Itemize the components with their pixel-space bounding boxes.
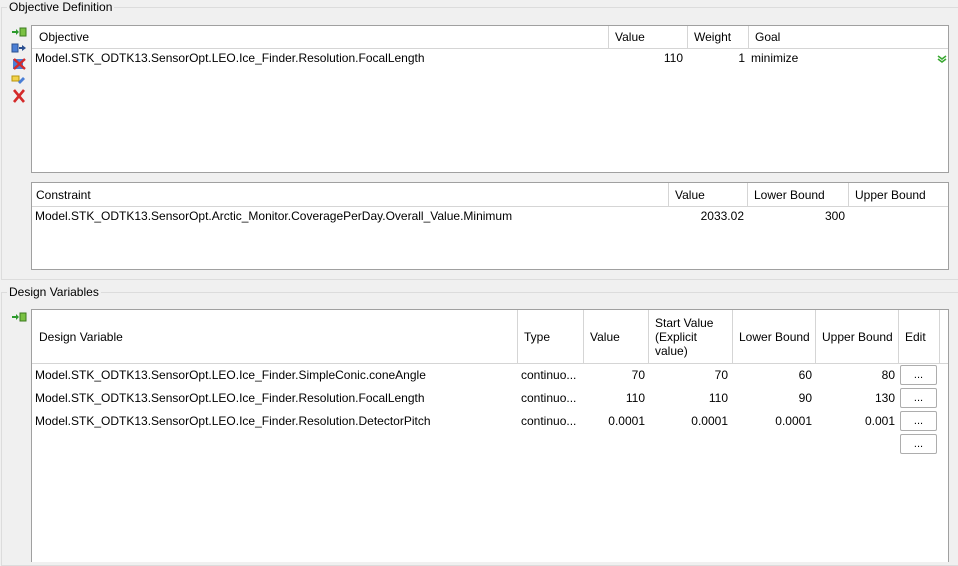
edit-button[interactable]: ... xyxy=(900,388,937,408)
objective-weight-cell: 1 xyxy=(738,51,745,65)
dv-name-cell: Model.STK_ODTK13.SensorOpt.LEO.Ice_Finde… xyxy=(35,414,431,428)
dv-lower-bound-cell: 60 xyxy=(798,368,812,382)
design-variable-row[interactable]: Model.STK_ODTK13.SensorOpt.LEO.Ice_Finde… xyxy=(32,364,948,387)
design-variable-row[interactable]: Model.STK_ODTK13.SensorOpt.LEO.Ice_Finde… xyxy=(32,387,948,410)
type-column-header[interactable]: Type xyxy=(517,310,584,363)
objective-definition-title: Objective Definition xyxy=(7,0,115,14)
edit-button[interactable]: ... xyxy=(900,411,937,431)
dv-upper-bound-cell: 0.001 xyxy=(864,414,895,428)
design-variable-row[interactable]: Model.STK_ODTK13.SensorOpt.LEO.Ice_Finde… xyxy=(32,410,948,433)
dv-lower-bound-cell: 90 xyxy=(798,391,812,405)
objective-column-header[interactable]: Objective xyxy=(32,26,609,48)
dv-upper-bound-column-header[interactable]: Upper Bound xyxy=(815,310,899,363)
dv-lower-bound-column-header[interactable]: Lower Bound xyxy=(732,310,816,363)
upper-bound-column-header[interactable]: Upper Bound xyxy=(848,183,948,206)
constraints-grid[interactable]: Constraint Value Lower Bound Upper Bound… xyxy=(31,182,949,270)
weight-column-header[interactable]: Weight xyxy=(687,26,749,48)
remove-objective-icon[interactable] xyxy=(11,57,27,71)
dv-type-cell[interactable]: continuo... xyxy=(517,364,583,387)
design-variable-new-row[interactable]: ... xyxy=(32,433,948,456)
edit-button[interactable]: ... xyxy=(900,365,937,385)
design-variables-grid-header: Design Variable Type Value Start Value (… xyxy=(32,310,948,364)
dv-start-value-cell: 0.0001 xyxy=(691,414,728,428)
constraint-column-header[interactable]: Constraint xyxy=(32,183,669,206)
dv-start-value-cell: 70 xyxy=(714,368,728,382)
constraint-name-cell: Model.STK_ODTK13.SensorOpt.Arctic_Monito… xyxy=(35,209,513,223)
add-objective-icon[interactable] xyxy=(11,25,27,39)
goal-dropdown-icon[interactable] xyxy=(937,55,947,63)
lower-bound-column-header[interactable]: Lower Bound xyxy=(747,183,849,206)
goal-column-header[interactable]: Goal xyxy=(748,26,948,48)
dv-value-cell: 110 xyxy=(625,391,645,405)
dv-name-cell: Model.STK_ODTK13.SensorOpt.LEO.Ice_Finde… xyxy=(35,391,425,405)
constraint-lower-bound-cell: 300 xyxy=(824,209,845,223)
dv-value-cell: 70 xyxy=(631,368,645,382)
constraint-row[interactable]: Model.STK_ODTK13.SensorOpt.Arctic_Monito… xyxy=(32,205,948,228)
objective-name-cell: Model.STK_ODTK13.SensorOpt.LEO.Ice_Finde… xyxy=(35,51,425,65)
dv-name-cell: Model.STK_ODTK13.SensorOpt.LEO.Ice_Finde… xyxy=(35,368,426,382)
edit-objective-icon[interactable] xyxy=(11,73,27,87)
constraints-grid-header: Constraint Value Lower Bound Upper Bound xyxy=(32,183,948,207)
dv-upper-bound-cell: 80 xyxy=(881,368,895,382)
constraint-value-column-header[interactable]: Value xyxy=(668,183,748,206)
value-column-header[interactable]: Value xyxy=(608,26,688,48)
dv-value-column-header[interactable]: Value xyxy=(583,310,649,363)
edit-column-header[interactable]: Edit xyxy=(898,310,940,363)
edit-button[interactable]: ... xyxy=(900,434,937,454)
move-objective-icon[interactable] xyxy=(11,41,27,55)
design-variables-grid[interactable]: Design Variable Type Value Start Value (… xyxy=(31,309,949,562)
objectives-grid[interactable]: Objective Value Weight Goal Model.STK_OD… xyxy=(31,25,949,173)
constraint-upper-bound-cell xyxy=(848,205,948,228)
dv-type-cell[interactable]: continuo... xyxy=(517,387,583,410)
objective-goal-cell[interactable]: minimize xyxy=(748,47,928,70)
dv-start-value-cell: 110 xyxy=(708,391,728,405)
dv-lower-bound-cell: 0.0001 xyxy=(775,414,812,428)
design-variables-title: Design Variables xyxy=(7,285,101,299)
dv-type-cell[interactable]: continuo... xyxy=(517,410,583,433)
design-variable-column-header[interactable]: Design Variable xyxy=(32,310,518,363)
delete-objective-icon[interactable] xyxy=(11,89,27,103)
objective-row[interactable]: Model.STK_ODTK13.SensorOpt.LEO.Ice_Finde… xyxy=(32,47,948,70)
add-design-variable-icon[interactable] xyxy=(11,310,27,324)
objective-value-cell: 110 xyxy=(663,51,683,65)
start-value-column-header[interactable]: Start Value (Explicit value) xyxy=(648,310,733,363)
constraint-value-cell: 2033.02 xyxy=(700,209,744,223)
dv-value-cell: 0.0001 xyxy=(608,414,645,428)
dv-upper-bound-cell: 130 xyxy=(874,391,895,405)
objectives-grid-header: Objective Value Weight Goal xyxy=(32,26,948,49)
